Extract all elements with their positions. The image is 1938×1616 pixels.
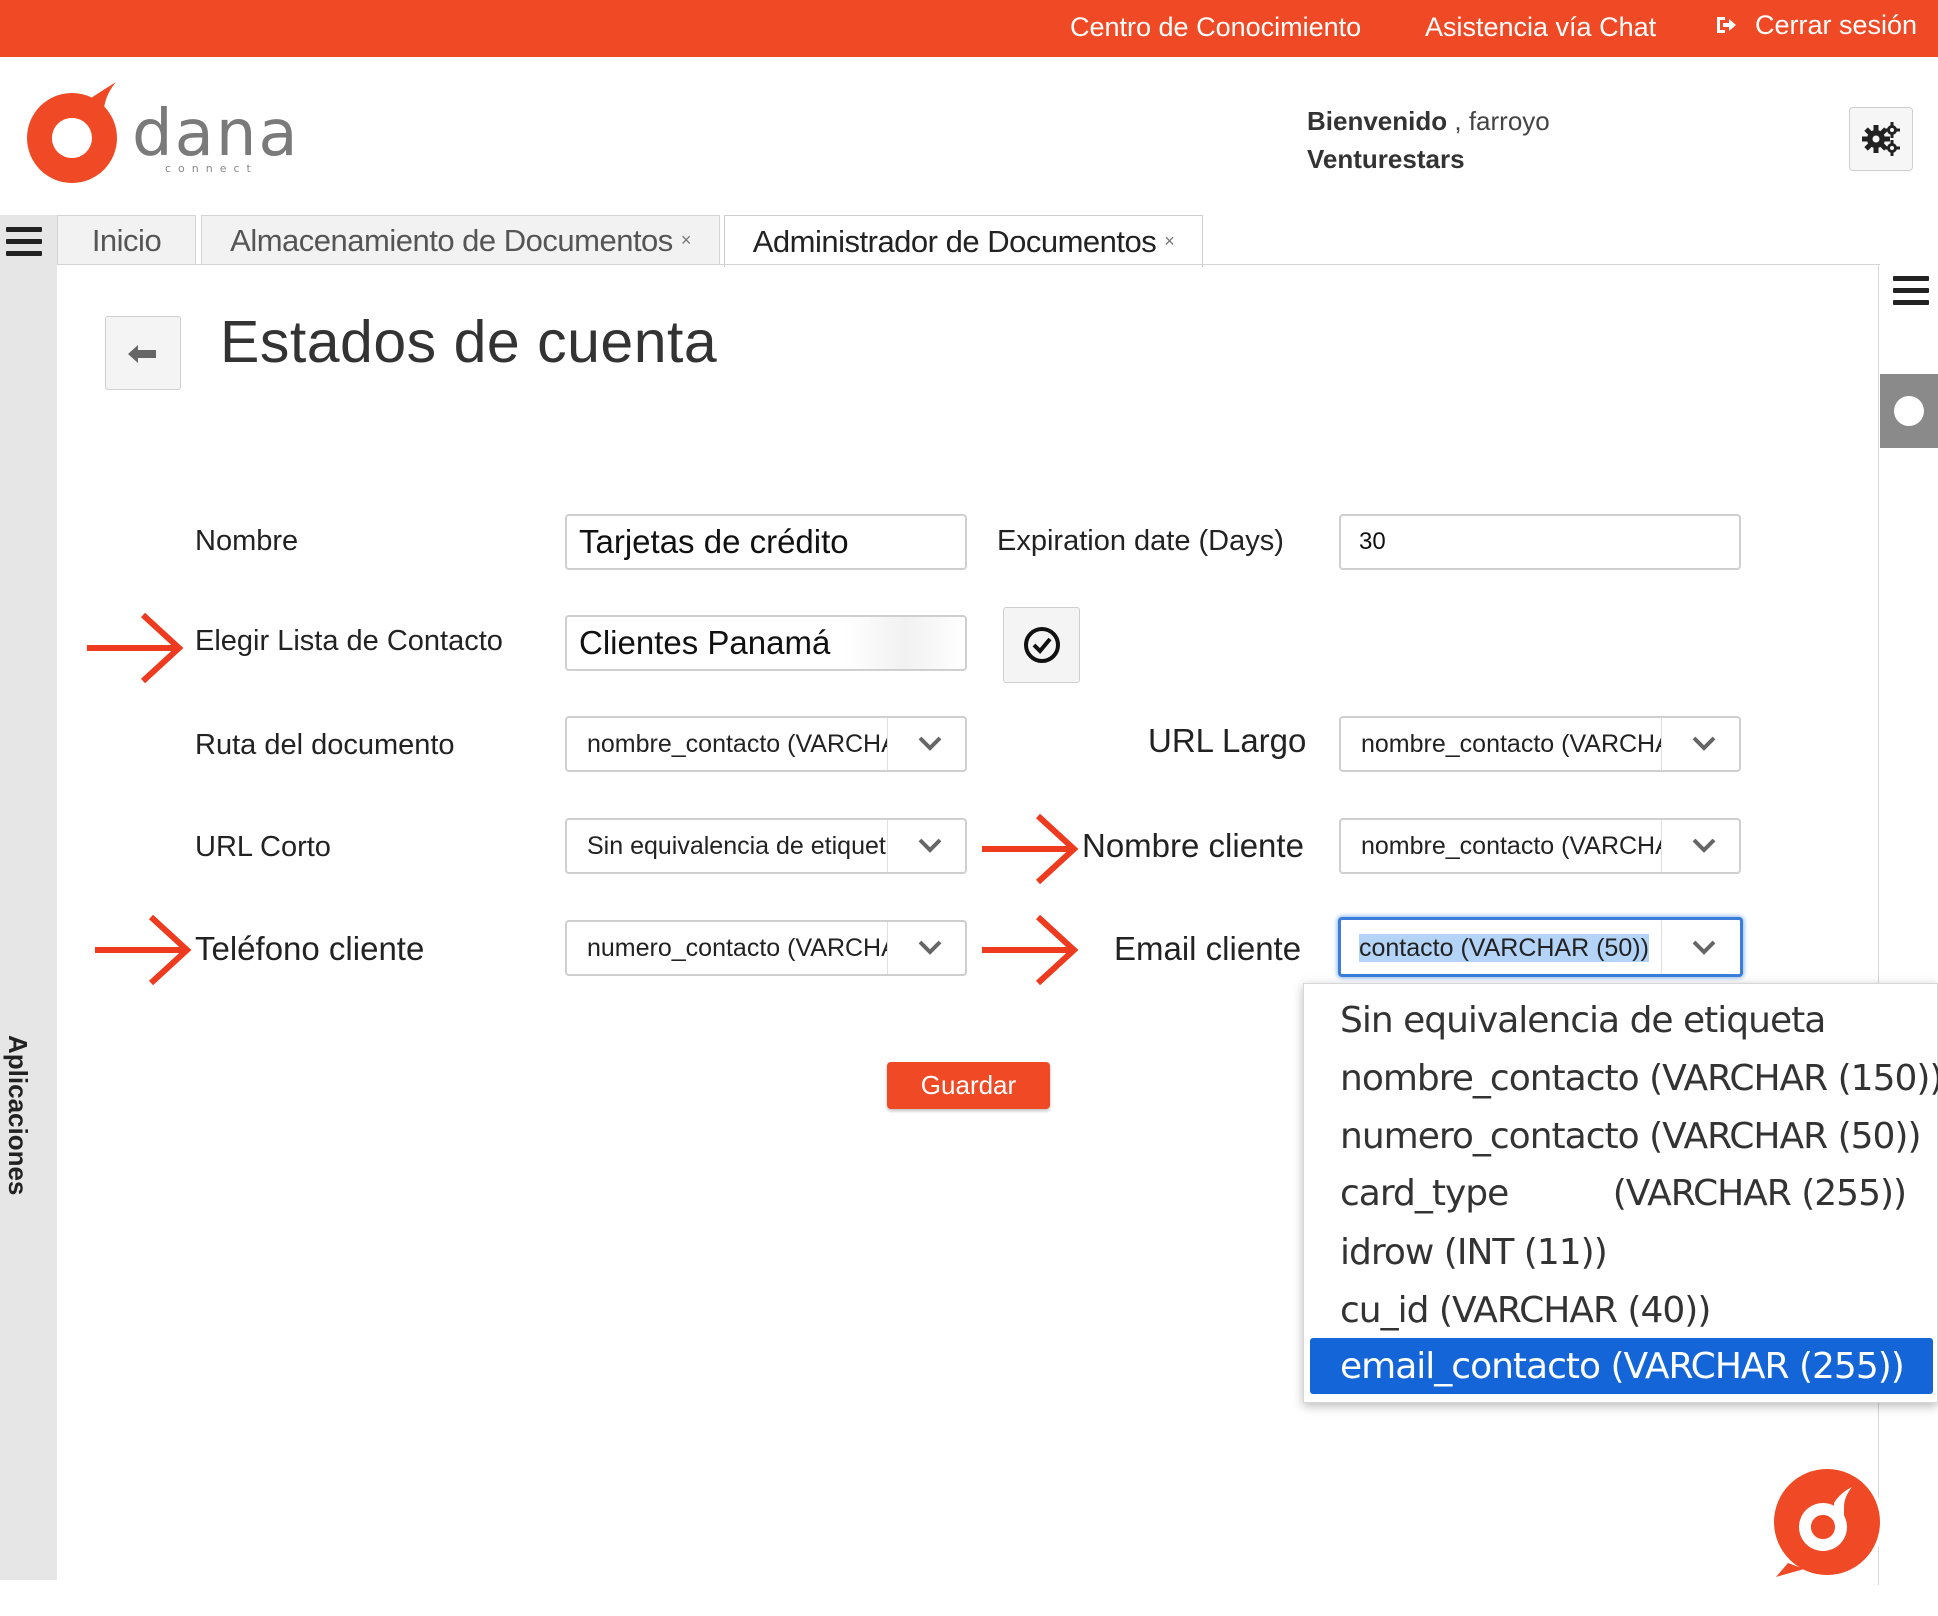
ruta-label: Ruta del documento	[195, 729, 455, 761]
tab-label: Administrador de Documentos	[752, 223, 1157, 259]
expiration-label: Expiration date (Days)	[997, 525, 1284, 557]
dropdown-option[interactable]: Sin equivalencia de etiqueta	[1310, 992, 1933, 1048]
expiration-input[interactable]: 30	[1339, 514, 1741, 570]
dropdown-option[interactable]: idrow (INT (11))	[1310, 1224, 1933, 1280]
dana-logo-mark: dana connect	[27, 82, 300, 183]
back-arrow-icon	[128, 345, 156, 363]
chevron-down-icon	[1692, 940, 1716, 955]
settings-button[interactable]	[1849, 107, 1913, 171]
nombre-input[interactable]: Tarjetas de crédito	[565, 514, 967, 570]
red-arrow-icon	[982, 813, 1079, 885]
dana-logo[interactable]: dana connect	[20, 80, 310, 200]
dropdown-option[interactable]: nombre_contacto (VARCHAR (150))	[1310, 1050, 1938, 1106]
dropdown-option[interactable]: card_type (VARCHAR (255))	[1310, 1165, 1933, 1221]
right-panel-toggle[interactable]	[1880, 374, 1938, 448]
apps-sidebar[interactable]: Aplicaciones	[0, 215, 57, 1580]
welcome-text: Bienvenido	[1307, 106, 1448, 136]
username: farroyo	[1468, 106, 1550, 136]
check-circle-icon	[1023, 627, 1060, 663]
tabs-divider	[57, 264, 1880, 265]
telefono-label: Teléfono cliente	[195, 930, 425, 967]
save-button[interactable]: Guardar	[887, 1062, 1050, 1109]
dropdown-option-selected[interactable]: email_contacto (VARCHAR (255))	[1310, 1338, 1933, 1394]
tab-almacenamiento[interactable]: Almacenamiento de Documentos ×	[201, 215, 720, 265]
tab-close-icon[interactable]: ×	[681, 230, 692, 251]
telefono-select[interactable]: numero_contacto (VARCHAR (50))	[565, 920, 967, 976]
company-name: Venturestars	[1307, 144, 1465, 174]
chat-support-link[interactable]: Asistencia vía Chat	[1425, 12, 1656, 43]
red-arrow-icon	[982, 914, 1079, 986]
tab-close-icon[interactable]: ×	[1164, 231, 1175, 252]
email-select-value: contacto (VARCHAR (50))	[1359, 934, 1659, 963]
tab-bar: Inicio Almacenamiento de Documentos × Ad…	[57, 215, 1938, 267]
tab-label: Inicio	[91, 222, 162, 258]
dropdown-option[interactable]: cu_id (VARCHAR (40))	[1310, 1282, 1933, 1338]
nombre-cliente-label: Nombre cliente	[1082, 827, 1304, 864]
back-button[interactable]	[105, 316, 181, 390]
apps-sidebar-label[interactable]: Aplicaciones	[2, 1035, 33, 1195]
logout-icon	[1717, 17, 1736, 33]
brand-sub: connect	[165, 162, 258, 175]
chevron-down-icon	[918, 838, 942, 853]
top-bar: Centro de Conocimiento Asistencia vía Ch…	[0, 0, 1938, 57]
url-corto-label: URL Corto	[195, 831, 331, 863]
welcome-block: Bienvenido , farroyo Venturestars	[1307, 102, 1550, 178]
email-options-dropdown[interactable]: Sin equivalencia de etiqueta nombre_cont…	[1303, 983, 1938, 1403]
chat-bubble-icon[interactable]	[1768, 1463, 1886, 1581]
email-label: Email cliente	[1114, 930, 1302, 967]
tab-inicio[interactable]: Inicio	[57, 215, 196, 265]
red-arrow-icon	[87, 612, 184, 684]
chevron-down-icon	[1692, 736, 1716, 751]
url-largo-select[interactable]: nombre_contacto (VARCHAR (150))	[1339, 716, 1741, 772]
confirm-list-button[interactable]	[1003, 607, 1080, 683]
tab-label: Almacenamiento de Documentos	[230, 222, 673, 258]
nombre-cliente-select-value: nombre_contacto (VARCHAR (150))	[1361, 832, 1661, 860]
email-select-text: contacto (VARCHAR (50))	[1359, 934, 1649, 962]
nombre-cliente-select[interactable]: nombre_contacto (VARCHAR (150))	[1339, 818, 1741, 874]
chevron-down-icon	[918, 736, 942, 751]
url-corto-select-value: Sin equivalencia de etiqueta	[587, 832, 887, 860]
url-largo-label: URL Largo	[1148, 722, 1307, 759]
contact-list-input[interactable]: Clientes Panamá	[565, 615, 967, 671]
logout-link[interactable]: Cerrar sesión	[1715, 10, 1917, 41]
brand-name: dana	[132, 97, 300, 171]
url-corto-select[interactable]: Sin equivalencia de etiqueta	[565, 818, 967, 874]
tab-administrador[interactable]: Administrador de Documentos ×	[724, 215, 1203, 267]
url-largo-select-value: nombre_contacto (VARCHAR (150))	[1361, 730, 1661, 758]
telefono-select-value: numero_contacto (VARCHAR (50))	[587, 934, 887, 962]
page-title: Estados de cuenta	[220, 309, 718, 375]
welcome-separator: ,	[1447, 106, 1469, 136]
chevron-down-icon	[1692, 838, 1716, 853]
red-arrow-icon	[95, 914, 192, 986]
ruta-select-value: nombre_contacto (VARCHAR (150))	[587, 730, 887, 758]
ruta-select[interactable]: nombre_contacto (VARCHAR (150))	[565, 716, 967, 772]
hamburger-icon[interactable]	[1893, 276, 1929, 306]
nombre-label: Nombre	[195, 525, 299, 557]
circle-icon	[1894, 396, 1924, 426]
hamburger-icon[interactable]	[6, 227, 42, 257]
logout-label: Cerrar sesión	[1755, 10, 1918, 40]
contact-list-label: Elegir Lista de Contacto	[195, 625, 503, 657]
chevron-down-icon	[918, 940, 942, 955]
knowledge-center-link[interactable]: Centro de Conocimiento	[1070, 12, 1361, 43]
email-select[interactable]: contacto (VARCHAR (50))	[1338, 917, 1743, 977]
gears-icon	[1862, 122, 1900, 156]
dropdown-option[interactable]: numero_contacto (VARCHAR (50))	[1310, 1108, 1933, 1164]
